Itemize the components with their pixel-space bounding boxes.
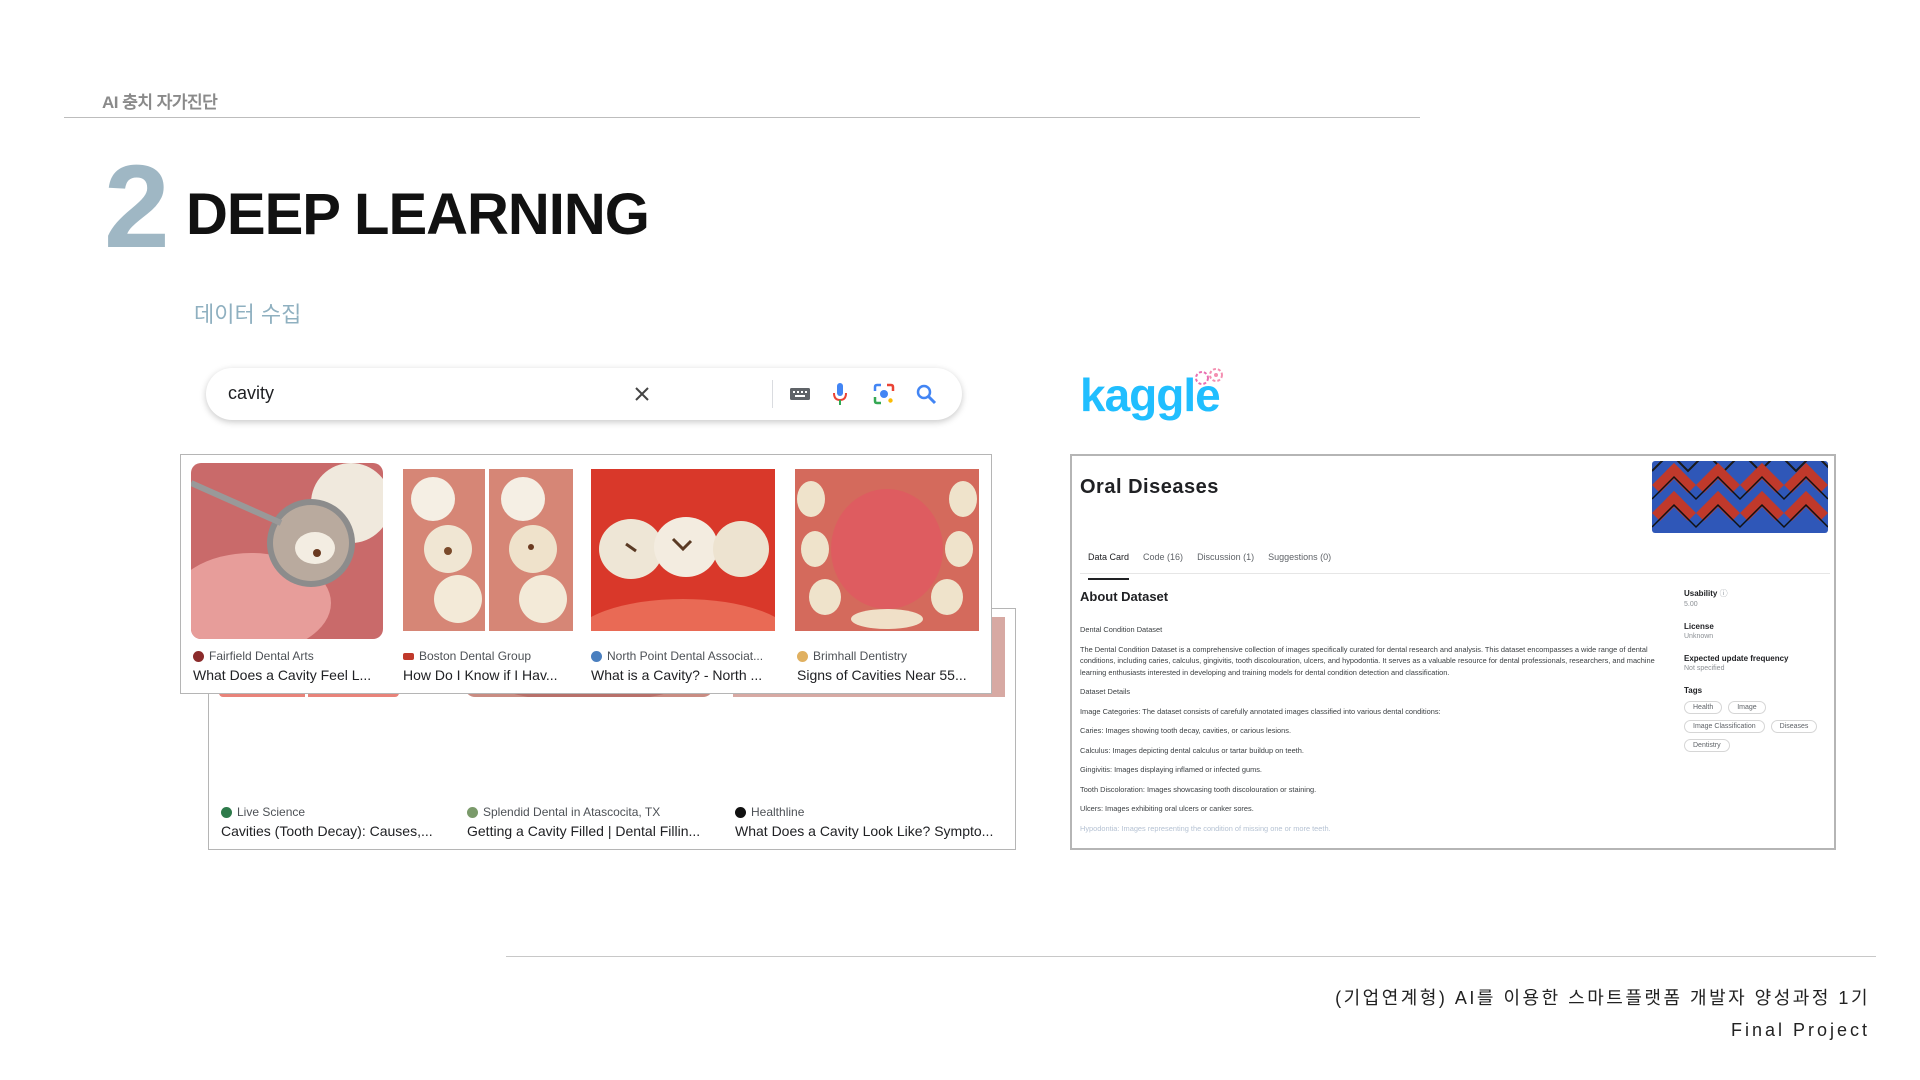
favicon-icon (193, 650, 204, 662)
dataset-description: Dental Condition Dataset The Dental Cond… (1080, 624, 1670, 842)
close-icon[interactable] (628, 380, 656, 408)
tag-chip[interactable]: Diseases (1770, 720, 1818, 733)
result-title[interactable]: How Do I Know if I Hav... (403, 667, 573, 683)
result-source: Splendid Dental in Atascocita, TX (467, 805, 660, 819)
presentation-label: AI 충치 자가진단 (102, 93, 218, 112)
tag-chip[interactable]: Image (1728, 701, 1766, 714)
microphone-icon[interactable] (826, 380, 854, 408)
result-title[interactable]: What Does a Cavity Look Like? Sympto... (735, 823, 1005, 839)
description-line: Gingivitis: Images displaying inflamed o… (1080, 765, 1262, 774)
search-icon[interactable] (912, 380, 940, 408)
result-thumbnail[interactable] (403, 469, 573, 631)
license-value: Unknown (1684, 633, 1714, 640)
result-title[interactable]: What is a Cavity? - North ... (591, 667, 775, 683)
tag-chip[interactable]: Health (1684, 701, 1723, 714)
favicon-icon (591, 650, 602, 662)
description-line: Dental Condition Dataset (1080, 625, 1163, 634)
description-line: Dataset Details (1080, 687, 1131, 696)
description-line: Tooth Discoloration: Images showcasing t… (1080, 784, 1317, 794)
search-bar[interactable]: cavity (206, 368, 962, 420)
section-subtitle: 데이터 수집 (194, 302, 302, 327)
top-divider (64, 117, 1420, 118)
description-line: Calculus: Images depicting dental calcul… (1080, 745, 1304, 755)
favicon-icon (403, 652, 414, 660)
license-label: License (1684, 622, 1714, 631)
tag-chip[interactable]: Image Classification (1684, 720, 1765, 733)
dataset-title: Oral Diseases (1080, 476, 1219, 498)
result-thumbnail[interactable] (795, 469, 979, 631)
favicon-icon (797, 650, 808, 662)
description-line: Image Categories: The dataset consists o… (1080, 706, 1441, 716)
description-line-faded: Hypodontia: Images representing the cond… (1080, 823, 1331, 833)
dataset-tabs: Data Card Code (16) Discussion (1) Sugge… (1080, 552, 1830, 580)
tag-list: Health Image Image Classification Diseas… (1684, 701, 1824, 752)
kaggle-gear-icon (1188, 366, 1230, 399)
image-results-front: Fairfield Dental Arts What Does a Cavity… (180, 454, 992, 694)
result-thumbnail[interactable] (191, 463, 383, 639)
tags-label: Tags (1684, 686, 1703, 695)
result-title[interactable]: What Does a Cavity Feel L... (193, 667, 383, 683)
dataset-sidebar: Usability ⓘ 5.00 License Unknown Expecte… (1684, 588, 1830, 752)
project-label: Final Project (1730, 1020, 1870, 1040)
result-source: Live Science (221, 805, 305, 819)
tag-chip[interactable]: Dentistry (1684, 739, 1730, 752)
keyboard-icon[interactable] (786, 380, 814, 408)
usability-label: Usability ⓘ (1684, 589, 1728, 598)
section-title: DEEP LEARNING (186, 182, 650, 247)
description-paragraph: The Dental Condition Dataset is a compre… (1080, 644, 1655, 677)
update-frequency-value: Not specified (1684, 665, 1725, 672)
about-heading: About Dataset (1080, 589, 1169, 604)
result-source: Healthline (735, 805, 804, 819)
kaggle-dataset-card: Oral Diseases Data Card Code (16) Discus… (1070, 454, 1836, 850)
result-source: North Point Dental Associat... (591, 649, 763, 663)
result-source: Brimhall Dentistry (797, 649, 907, 663)
usability-value: 5.00 (1684, 601, 1698, 608)
tab-discussion[interactable]: Discussion (1) (1197, 552, 1254, 573)
result-title[interactable]: Signs of Cavities Near 55... (797, 667, 979, 683)
description-line: Ulcers: Images exhibiting oral ulcers or… (1080, 804, 1254, 813)
result-source: Fairfield Dental Arts (193, 649, 314, 663)
info-icon[interactable]: ⓘ (1720, 589, 1728, 598)
lens-icon[interactable] (870, 380, 898, 408)
dataset-cover-image (1652, 461, 1828, 533)
search-divider (772, 380, 773, 408)
update-frequency-label: Expected update frequency (1684, 654, 1789, 663)
search-input[interactable]: cavity (228, 383, 274, 404)
favicon-icon (735, 806, 746, 818)
result-source: Boston Dental Group (403, 649, 531, 663)
favicon-icon (467, 806, 478, 818)
tab-suggestions[interactable]: Suggestions (0) (1268, 552, 1331, 573)
tab-data-card[interactable]: Data Card (1088, 552, 1130, 580)
result-title[interactable]: Cavities (Tooth Decay): Causes,... (221, 823, 441, 839)
result-title[interactable]: Getting a Cavity Filled | Dental Fillin.… (467, 823, 707, 839)
description-line: Caries: Images showing tooth decay, cavi… (1080, 726, 1292, 735)
bottom-divider (506, 956, 1876, 957)
course-name: (기업연계형) AI를 이용한 스마트플랫폼 개발자 양성과정 1기 (1335, 988, 1870, 1008)
result-thumbnail[interactable] (591, 469, 775, 631)
favicon-icon (221, 806, 232, 818)
tab-code[interactable]: Code (16) (1143, 552, 1183, 573)
section-number: 2 (104, 141, 170, 273)
